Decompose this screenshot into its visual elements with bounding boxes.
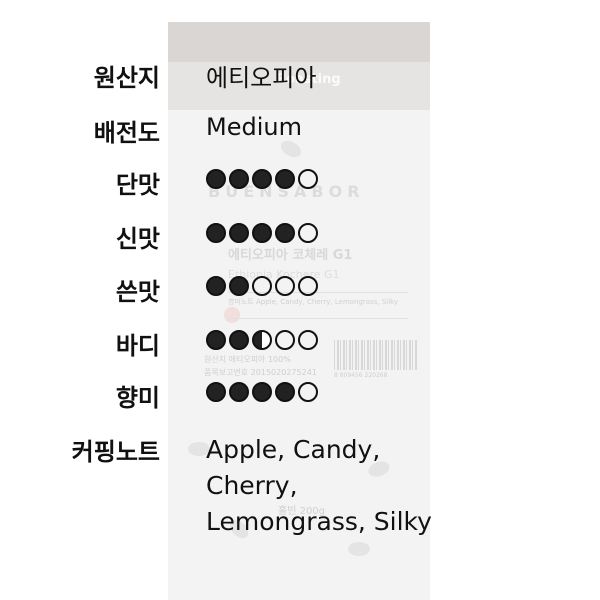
barcode-number: 8 809456 220268 [334, 372, 388, 379]
rating-dot [206, 276, 226, 296]
rating-dot [206, 382, 226, 402]
origin-label: 원산지 [93, 64, 160, 92]
rating-dot [252, 382, 272, 402]
rating-dot [275, 330, 295, 350]
rating-dot [229, 330, 249, 350]
body-label: 바디 [115, 332, 160, 360]
cupping-notes-label: 커핑노트 [71, 438, 160, 466]
acidity-label: 신맛 [115, 225, 160, 253]
rating-dot [252, 276, 272, 296]
rating-dot [275, 382, 295, 402]
rating-dot [298, 330, 318, 350]
origin-value: 에티오피아 [206, 64, 317, 92]
rating-dot [229, 169, 249, 189]
rating-dot [275, 169, 295, 189]
rating-dot [252, 169, 272, 189]
rating-dot [298, 169, 318, 189]
flower-graphic [224, 307, 240, 323]
cupping-note-line: Lemongrass, Silky [206, 507, 432, 536]
acidity-rating [206, 223, 318, 243]
rating-dot [206, 223, 226, 243]
bean-graphic [348, 542, 370, 556]
bag-report-text: 품목보고번호 2015020275241 [204, 368, 317, 377]
bitterness-label: 쓴맛 [115, 278, 160, 306]
rating-dot [229, 223, 249, 243]
rating-dot [206, 169, 226, 189]
rating-dot [229, 382, 249, 402]
bag-divider [228, 318, 408, 319]
rating-dot [298, 276, 318, 296]
rating-dot [298, 223, 318, 243]
rating-dot [252, 330, 272, 350]
roast-value: Medium [206, 113, 302, 141]
rating-dot [229, 276, 249, 296]
cupping-note-line: Apple, Candy, [206, 435, 381, 464]
bag-origin-text: 원산지 에티오피아 100% [204, 355, 291, 364]
rating-dot [275, 223, 295, 243]
barcode-graphic [334, 340, 418, 370]
cupping-note-line: Cherry, [206, 471, 298, 500]
bag-notes-text: 향미노트 Apple, Candy, Cherry, Lemongrass, S… [228, 298, 399, 306]
rating-dot [275, 276, 295, 296]
rating-dot [206, 330, 226, 350]
rating-dot [298, 382, 318, 402]
sweetness-rating [206, 169, 318, 189]
bitterness-rating [206, 276, 318, 296]
bag-top-seal [168, 22, 430, 62]
roast-label: 배전도 [93, 119, 160, 147]
body-rating [206, 330, 318, 350]
aroma-label: 향미 [115, 384, 160, 412]
sweetness-label: 단맛 [115, 171, 160, 199]
bag-product-name-ko: 에티오피아 코체레 G1 [228, 248, 353, 263]
aroma-rating [206, 382, 318, 402]
rating-dot [252, 223, 272, 243]
cupping-notes-value: Apple, Candy, Cherry, Lemongrass, Silky [206, 432, 432, 540]
